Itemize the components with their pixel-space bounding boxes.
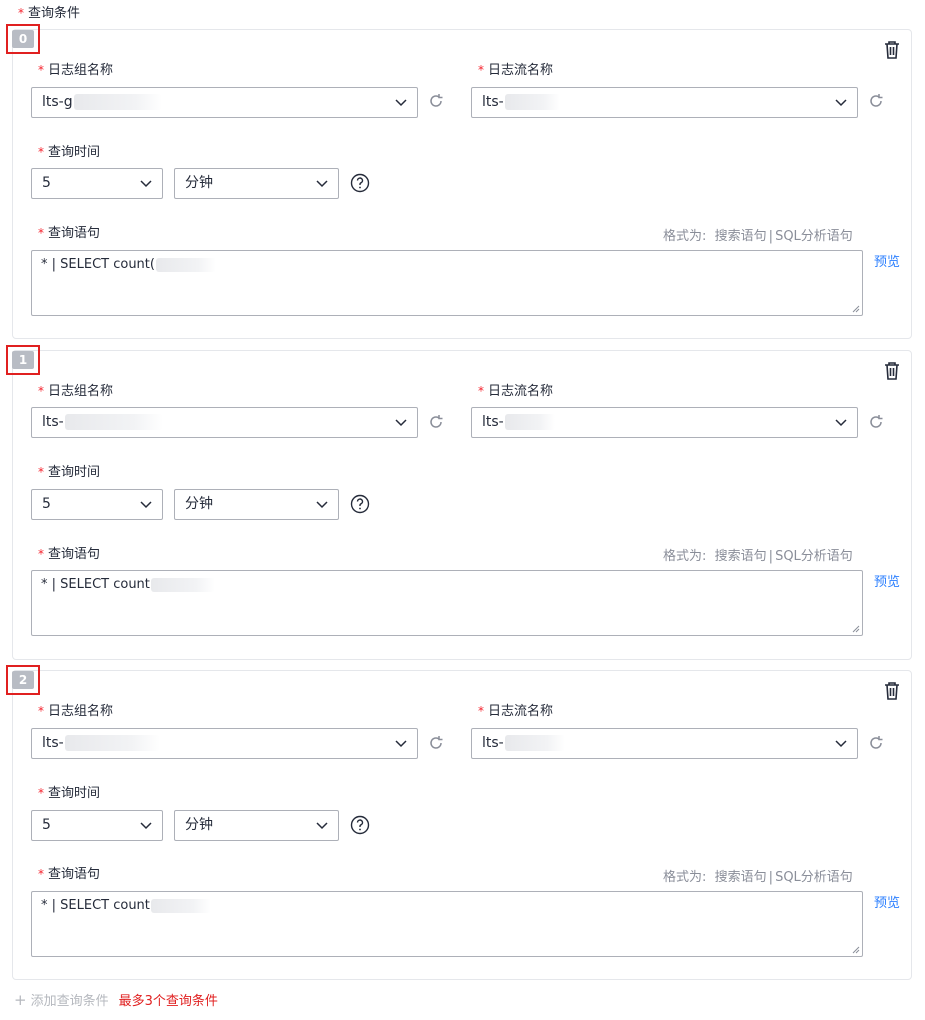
- log-group-label: * 日志组名称: [38, 704, 114, 719]
- preview-link[interactable]: 预览: [874, 571, 915, 590]
- log-group-value: lts-: [42, 414, 64, 430]
- query-text: * | SELECT count(: [41, 257, 155, 272]
- section-title-text: 查询条件: [28, 6, 81, 21]
- preview-link[interactable]: 预览: [874, 892, 915, 911]
- query-text: * | SELECT count: [41, 577, 150, 592]
- refresh-icon[interactable]: [429, 415, 443, 429]
- log-stream-value: lts-: [482, 94, 504, 110]
- time-unit-select[interactable]: 分钟: [174, 810, 339, 841]
- query-statement-label: * 查询语句: [38, 867, 101, 882]
- refresh-icon[interactable]: [869, 736, 883, 750]
- chevron-down-icon: [316, 501, 328, 509]
- resize-handle-icon[interactable]: [852, 946, 860, 954]
- chevron-down-icon: [835, 419, 847, 427]
- log-stream-value: lts-: [482, 414, 504, 430]
- log-stream-select[interactable]: lts-: [471, 728, 858, 759]
- time-value: 5: [42, 817, 51, 833]
- chevron-down-icon: [316, 180, 328, 188]
- condition-index-highlight: 2: [6, 665, 40, 695]
- condition-index-highlight: 0: [6, 24, 40, 54]
- condition-index-badge: 1: [12, 351, 34, 369]
- time-value-select[interactable]: 5: [31, 489, 163, 520]
- help-circle-icon[interactable]: [350, 173, 370, 193]
- add-condition-label: 添加查询条件: [30, 994, 109, 1009]
- condition-index-badge: 0: [12, 30, 34, 48]
- condition-index-highlight: 1: [6, 345, 40, 375]
- trash-icon[interactable]: [883, 40, 901, 60]
- query-time-label: * 查询时间: [38, 465, 101, 480]
- format-hint: 格式为: 搜索语句 | SQL分析语句: [663, 229, 853, 244]
- chevron-down-icon: [395, 99, 407, 107]
- chevron-down-icon: [140, 501, 152, 509]
- refresh-icon[interactable]: [869, 415, 883, 429]
- log-stream-select[interactable]: lts-: [471, 407, 858, 438]
- section-title: * 查询条件: [18, 2, 80, 21]
- log-group-label: * 日志组名称: [38, 63, 114, 78]
- refresh-icon[interactable]: [869, 94, 883, 108]
- query-time-label: * 查询时间: [38, 786, 101, 801]
- chevron-down-icon: [835, 740, 847, 748]
- refresh-icon[interactable]: [429, 736, 443, 750]
- format-hint: 格式为: 搜索语句 | SQL分析语句: [663, 870, 853, 885]
- time-unit-select[interactable]: 分钟: [174, 168, 339, 199]
- chevron-down-icon: [835, 99, 847, 107]
- time-value-select[interactable]: 5: [31, 168, 163, 199]
- query-statement-label: * 查询语句: [38, 547, 101, 562]
- plus-icon: +: [14, 991, 27, 1009]
- trash-icon[interactable]: [883, 361, 901, 381]
- help-circle-icon[interactable]: [350, 815, 370, 835]
- log-group-value: lts-: [42, 735, 64, 751]
- condition-limit-text: 最多3个查询条件: [118, 994, 218, 1009]
- log-group-value: lts-g: [42, 94, 73, 110]
- footer-bar: + 添加查询条件 最多3个查询条件: [14, 990, 218, 1009]
- query-text: * | SELECT count: [41, 898, 150, 913]
- format-hint: 格式为: 搜索语句 | SQL分析语句: [663, 549, 853, 564]
- time-unit-select[interactable]: 分钟: [174, 489, 339, 520]
- log-group-select[interactable]: lts-: [31, 728, 418, 759]
- log-stream-label: * 日志流名称: [478, 384, 554, 399]
- preview-link[interactable]: 预览: [874, 251, 915, 270]
- log-group-select[interactable]: lts-: [31, 407, 418, 438]
- time-value: 5: [42, 496, 51, 512]
- time-value-select[interactable]: 5: [31, 810, 163, 841]
- resize-handle-icon[interactable]: [852, 305, 860, 313]
- time-unit: 分钟: [185, 496, 213, 512]
- resize-handle-icon[interactable]: [852, 625, 860, 633]
- help-circle-icon[interactable]: [350, 494, 370, 514]
- add-condition-button[interactable]: + 添加查询条件: [14, 991, 109, 1009]
- chevron-down-icon: [140, 180, 152, 188]
- query-statement-label: * 查询语句: [38, 226, 101, 241]
- time-value: 5: [42, 175, 51, 191]
- query-textarea[interactable]: * | SELECT count: [31, 891, 863, 957]
- query-time-label: * 查询时间: [38, 145, 101, 160]
- trash-icon[interactable]: [883, 681, 901, 701]
- required-mark: *: [18, 6, 24, 20]
- query-textarea[interactable]: * | SELECT count: [31, 570, 863, 636]
- log-stream-value: lts-: [482, 735, 504, 751]
- chevron-down-icon: [395, 419, 407, 427]
- refresh-icon[interactable]: [429, 94, 443, 108]
- log-stream-select[interactable]: lts-: [471, 87, 858, 118]
- chevron-down-icon: [316, 822, 328, 830]
- log-group-label: * 日志组名称: [38, 384, 114, 399]
- log-stream-label: * 日志流名称: [478, 63, 554, 78]
- time-unit: 分钟: [185, 175, 213, 191]
- query-textarea[interactable]: * | SELECT count(: [31, 250, 863, 316]
- chevron-down-icon: [140, 822, 152, 830]
- chevron-down-icon: [395, 740, 407, 748]
- time-unit: 分钟: [185, 817, 213, 833]
- condition-index-badge: 2: [12, 671, 34, 689]
- log-group-select[interactable]: lts-g: [31, 87, 418, 118]
- log-stream-label: * 日志流名称: [478, 704, 554, 719]
